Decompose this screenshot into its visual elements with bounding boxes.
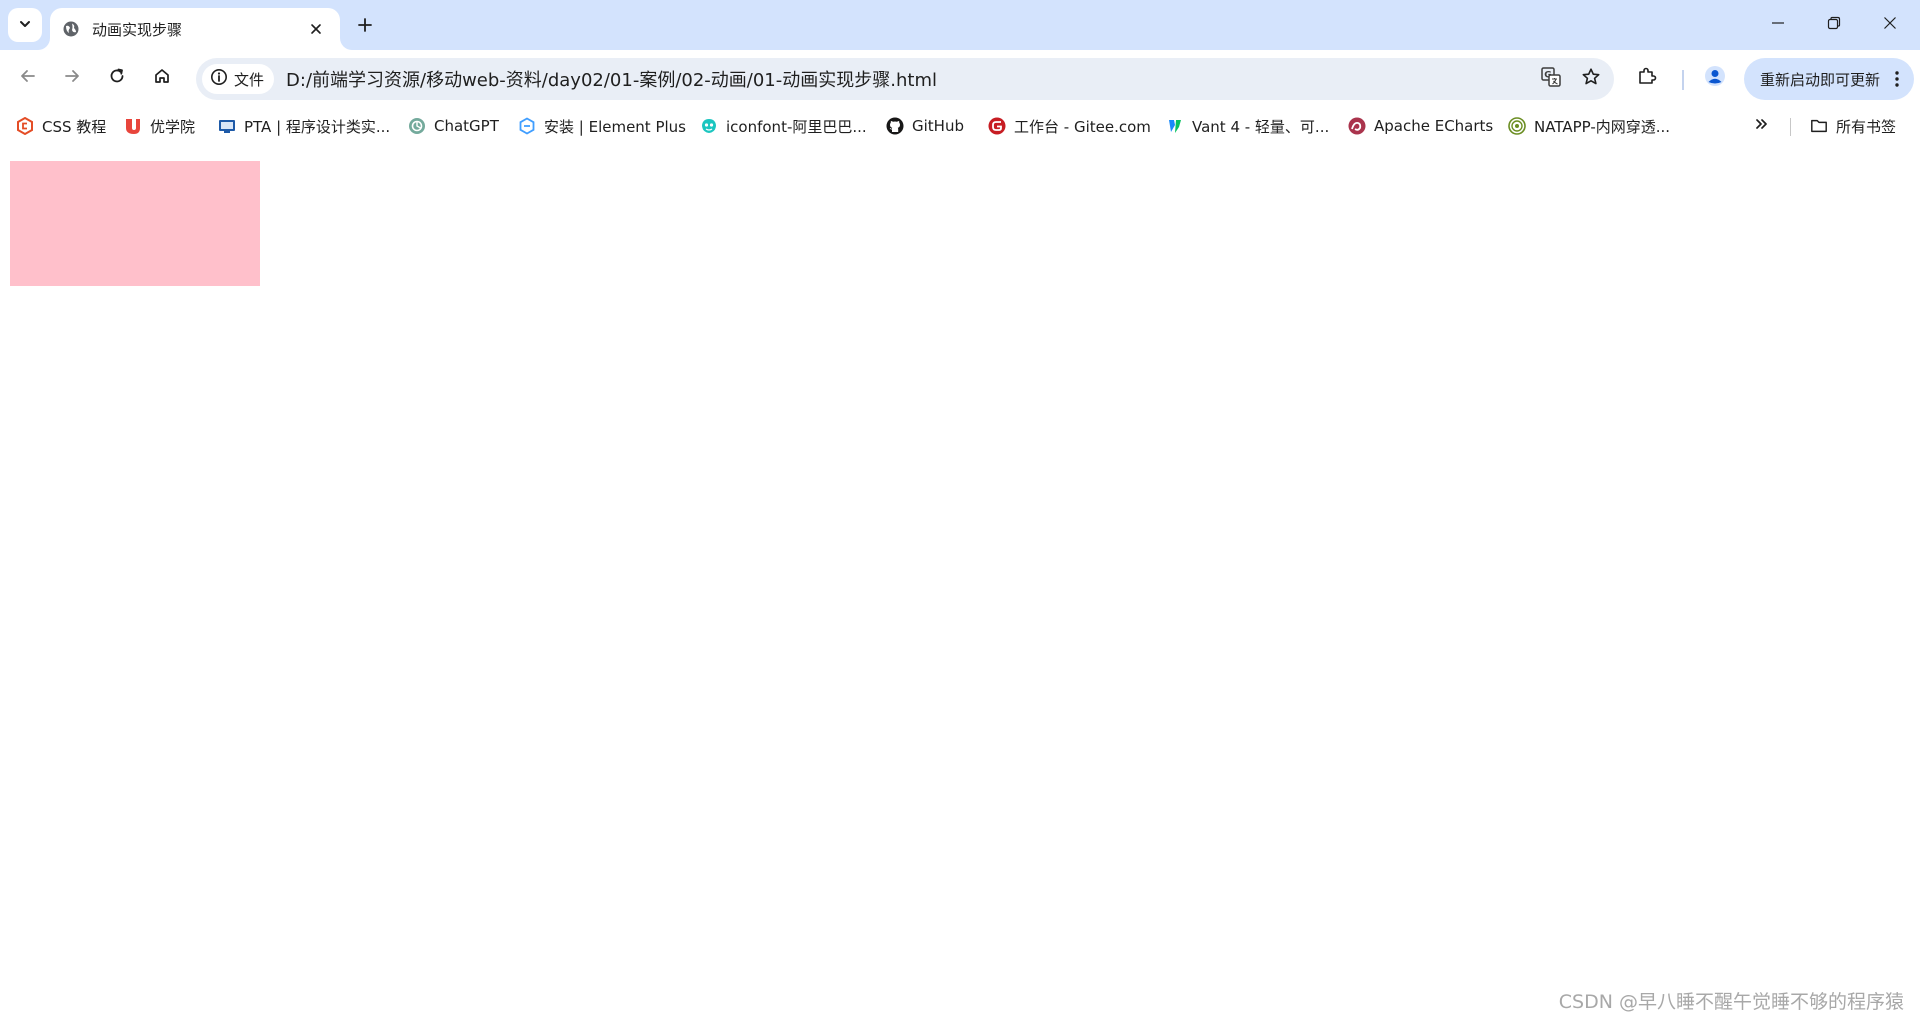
extensions-button[interactable] xyxy=(1629,60,1665,96)
tab-strip: 动画实现步骤 xyxy=(0,0,1920,50)
site-info-chip[interactable]: 文件 xyxy=(202,64,275,94)
chevron-down-icon xyxy=(18,16,32,35)
bookmark-label: NATAPP-内网穿透... xyxy=(1534,117,1671,136)
pta-logo-icon xyxy=(218,117,236,135)
close-window-button[interactable] xyxy=(1862,0,1918,48)
css-logo-icon xyxy=(16,117,34,135)
more-vertical-icon xyxy=(1894,69,1900,93)
element-plus-logo-icon xyxy=(518,117,536,135)
bookmark-vant[interactable]: Vant 4 - 轻量、可... xyxy=(1160,112,1335,140)
plus-icon xyxy=(357,17,373,37)
bookmark-iconfont[interactable]: iconfont-阿里巴巴... xyxy=(694,112,873,140)
bookmark-gitee[interactable]: 工作台 - Gitee.com xyxy=(982,112,1157,140)
iconfont-logo-icon xyxy=(700,117,718,135)
avatar xyxy=(1704,65,1726,91)
minimize-button[interactable] xyxy=(1750,0,1806,48)
page-content: CSDN @早八睡不醒午觉睡不够的程序猿 xyxy=(0,144,1920,1020)
watermark-text: CSDN @早八睡不醒午觉睡不够的程序猿 xyxy=(1558,991,1904,1013)
folder-icon xyxy=(1810,117,1828,135)
forward-button[interactable] xyxy=(54,60,90,96)
animated-box xyxy=(10,161,260,286)
star-icon xyxy=(1581,67,1601,91)
toolbar-divider xyxy=(1682,70,1684,90)
toolbar: 文件 D:/前端学习资源/移动web-资料/day02/01-案例/02-动画/… xyxy=(0,50,1920,108)
all-bookmarks-label: 所有书签 xyxy=(1836,117,1897,136)
bookmark-label: CSS 教程 xyxy=(42,117,107,136)
gitee-logo-icon xyxy=(988,117,1006,135)
bookmark-label: Apache ECharts xyxy=(1374,117,1494,135)
bookmark-label: 工作台 - Gitee.com xyxy=(1014,117,1151,136)
relaunch-update-button[interactable]: 重新启动即可更新 xyxy=(1744,58,1914,100)
back-button[interactable] xyxy=(10,60,46,96)
bookmark-label: Vant 4 - 轻量、可... xyxy=(1192,117,1330,136)
bookmarks-divider xyxy=(1790,118,1791,136)
tab-search-button[interactable] xyxy=(8,8,42,42)
translate-button[interactable]: G xyxy=(1534,62,1568,96)
reload-icon xyxy=(108,67,126,89)
bookmark-label: iconfont-阿里巴巴... xyxy=(726,117,867,136)
profile-button[interactable] xyxy=(1697,60,1733,96)
translate-icon: G xyxy=(1540,66,1562,92)
bookmarks-bar: CSS 教程 优学院 PTA | 程序设计类实... ChatGPT 安装 | … xyxy=(0,108,1920,144)
bookmark-label: GitHub xyxy=(912,117,964,135)
bookmark-css-tutorial[interactable]: CSS 教程 xyxy=(10,112,112,140)
bookmark-echarts[interactable]: Apache ECharts xyxy=(1342,112,1499,140)
bookmark-element-plus[interactable]: 安装 | Element Plus xyxy=(512,112,692,140)
bookmark-label: PTA | 程序设计类实... xyxy=(244,117,391,136)
restore-button[interactable] xyxy=(1806,0,1862,48)
bookmark-ulearning[interactable]: 优学院 xyxy=(118,112,201,140)
relaunch-update-label: 重新启动即可更新 xyxy=(1760,70,1881,89)
address-bar[interactable]: 文件 D:/前端学习资源/移动web-资料/day02/01-案例/02-动画/… xyxy=(196,58,1614,100)
tab-close-button[interactable] xyxy=(304,17,328,41)
bookmark-label: ChatGPT xyxy=(434,117,499,135)
globe-icon xyxy=(62,20,80,38)
arrow-right-icon xyxy=(63,67,81,89)
double-chevron-right-icon xyxy=(1754,116,1770,136)
vant-logo-icon xyxy=(1166,117,1184,135)
bookmark-github[interactable]: GitHub xyxy=(880,112,970,140)
tab-title: 动画实现步骤 xyxy=(92,20,183,39)
minimize-icon xyxy=(1771,15,1785,34)
bookmark-star-button[interactable] xyxy=(1574,62,1608,96)
home-button[interactable] xyxy=(144,60,180,96)
close-icon xyxy=(310,20,322,39)
bookmark-chatgpt[interactable]: ChatGPT xyxy=(402,112,505,140)
home-icon xyxy=(153,67,171,89)
chatgpt-logo-icon xyxy=(408,117,426,135)
close-icon xyxy=(1883,15,1897,34)
bookmarks-overflow-button[interactable] xyxy=(1746,112,1778,140)
info-icon xyxy=(210,68,228,90)
github-logo-icon xyxy=(886,117,904,135)
natapp-logo-icon xyxy=(1508,117,1526,135)
puzzle-icon xyxy=(1637,66,1657,90)
active-tab[interactable]: 动画实现步骤 xyxy=(50,8,340,50)
bookmark-pta[interactable]: PTA | 程序设计类实... xyxy=(212,112,396,140)
bookmark-natapp[interactable]: NATAPP-内网穿透... xyxy=(1502,112,1676,140)
restore-icon xyxy=(1827,15,1841,34)
bookmark-label: 安装 | Element Plus xyxy=(544,117,686,136)
arrow-left-icon xyxy=(19,67,37,89)
reload-button[interactable] xyxy=(99,60,135,96)
bookmark-label: 优学院 xyxy=(150,117,196,136)
new-tab-button[interactable] xyxy=(350,12,380,42)
site-chip-label: 文件 xyxy=(234,70,265,89)
echarts-logo-icon xyxy=(1348,117,1366,135)
url-text[interactable]: D:/前端学习资源/移动web-资料/day02/01-案例/02-动画/01-… xyxy=(286,66,1534,92)
ulearning-logo-icon xyxy=(124,117,142,135)
all-bookmarks-button[interactable]: 所有书签 xyxy=(1804,112,1902,140)
